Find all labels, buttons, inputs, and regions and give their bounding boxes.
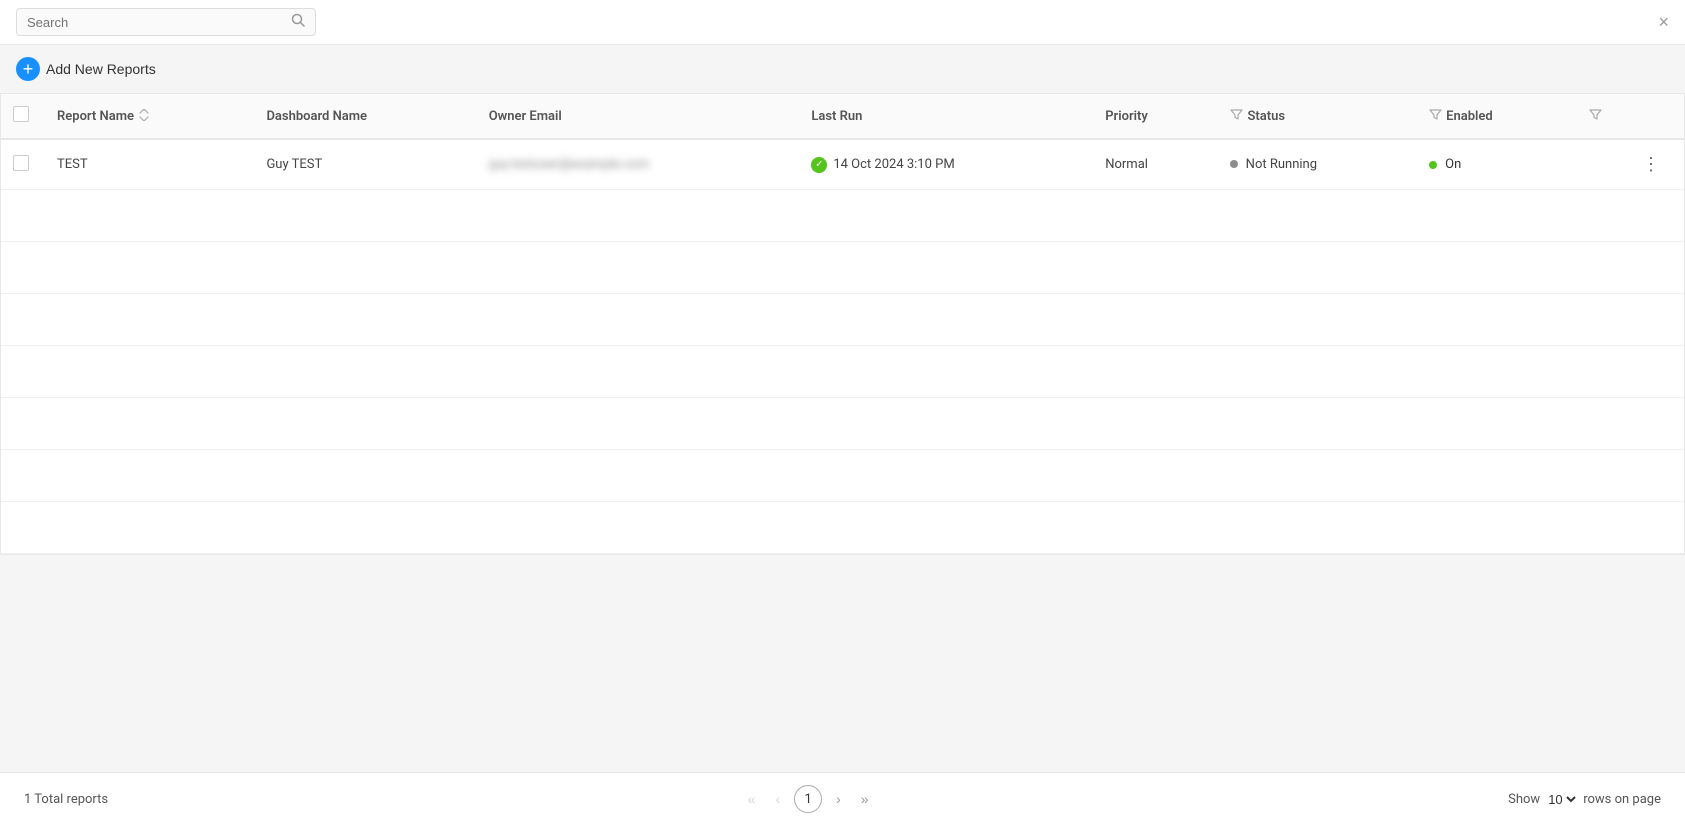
search-container bbox=[16, 8, 316, 36]
add-new-reports-button[interactable]: + Add New Reports bbox=[16, 57, 156, 81]
last-page-button[interactable]: » bbox=[855, 789, 875, 809]
empty-row bbox=[1, 190, 1684, 242]
status-cell: Not Running bbox=[1214, 139, 1413, 190]
table-row: TEST Guy TEST guy.testuser@example.com ✓… bbox=[1, 139, 1684, 190]
empty-row bbox=[1, 294, 1684, 346]
row-actions-cell[interactable]: ⋮ bbox=[1573, 139, 1684, 190]
empty-row bbox=[1, 398, 1684, 450]
prev-page-button[interactable]: ‹ bbox=[769, 789, 786, 809]
priority-cell: Normal bbox=[1089, 139, 1214, 190]
search-input[interactable] bbox=[27, 15, 287, 30]
col-enabled[interactable]: Enabled bbox=[1413, 94, 1573, 139]
row-checkbox-cell[interactable] bbox=[1, 139, 41, 190]
row-more-button[interactable]: ⋮ bbox=[1634, 152, 1668, 177]
col-priority: Priority bbox=[1089, 94, 1214, 139]
col-actions[interactable] bbox=[1573, 94, 1684, 139]
rows-per-page-container: Show 10 20 50 rows on page bbox=[1508, 791, 1661, 808]
plus-icon: + bbox=[16, 57, 40, 81]
owner-email-cell: guy.testuser@example.com bbox=[473, 139, 796, 190]
show-label: Show bbox=[1508, 792, 1540, 807]
first-page-button[interactable]: « bbox=[742, 789, 762, 809]
rows-per-page-select[interactable]: 10 20 50 bbox=[1544, 791, 1579, 808]
select-all-header[interactable] bbox=[1, 94, 41, 139]
empty-row bbox=[1, 242, 1684, 294]
report-name-cell: TEST bbox=[41, 139, 250, 190]
col-status[interactable]: Status bbox=[1214, 94, 1413, 139]
empty-row bbox=[1, 450, 1684, 502]
last-run-cell: ✓ 14 Oct 2024 3:10 PM bbox=[795, 139, 1089, 190]
footer: 1 Total reports « ‹ 1 › » Show 10 20 50 … bbox=[0, 772, 1685, 825]
search-icon bbox=[291, 13, 305, 31]
col-dashboard-name: Dashboard Name bbox=[250, 94, 472, 139]
status-dot bbox=[1230, 160, 1238, 168]
next-page-button[interactable]: › bbox=[830, 789, 847, 809]
col-report-name[interactable]: Report Name bbox=[41, 94, 250, 139]
enabled-filter-icon[interactable] bbox=[1429, 108, 1442, 124]
reports-table: Report Name Dashboard Name Owner Email bbox=[0, 93, 1685, 555]
dashboard-name-cell: Guy TEST bbox=[250, 139, 472, 190]
enabled-cell: On bbox=[1413, 139, 1573, 190]
pagination: « ‹ 1 › » bbox=[742, 785, 875, 813]
current-page-number[interactable]: 1 bbox=[794, 785, 822, 813]
status-filter-icon[interactable] bbox=[1230, 108, 1243, 124]
owner-email-value: guy.testuser@example.com bbox=[489, 157, 650, 172]
enabled-dot bbox=[1429, 161, 1437, 169]
row-checkbox[interactable] bbox=[13, 155, 29, 171]
toolbar: + Add New Reports bbox=[0, 45, 1685, 93]
last-run-success-icon: ✓ bbox=[811, 157, 827, 173]
add-button-label: Add New Reports bbox=[46, 61, 156, 77]
table-header-row: Report Name Dashboard Name Owner Email bbox=[1, 94, 1684, 139]
close-button[interactable]: × bbox=[1658, 13, 1669, 31]
col-last-run: Last Run bbox=[795, 94, 1089, 139]
top-bar: × bbox=[0, 0, 1685, 45]
sort-icon bbox=[138, 109, 150, 124]
rows-per-page-label: rows on page bbox=[1583, 792, 1661, 807]
empty-row bbox=[1, 502, 1684, 554]
select-all-checkbox[interactable] bbox=[13, 106, 29, 122]
total-reports-label: 1 Total reports bbox=[24, 792, 108, 807]
col-owner-email: Owner Email bbox=[473, 94, 796, 139]
empty-row bbox=[1, 346, 1684, 398]
actions-filter-icon[interactable] bbox=[1589, 110, 1602, 124]
